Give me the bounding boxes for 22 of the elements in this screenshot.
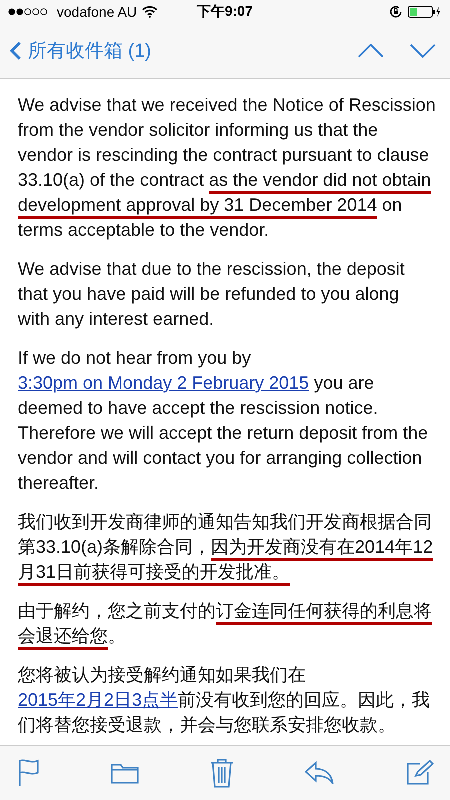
date-link[interactable]: 3:30pm on Monday 2 February 2015 [18,373,310,393]
carrier-name: vodafone AU [57,4,138,20]
rotation-lock-icon [389,5,403,19]
message-paragraph: We advise that we received the Notice of Rescission from the vendor solicitor informing us that the vendor is rescinding the contract pursuant to clause 33.10(a) of the contract as the vendor did not obtain development approval by 31 December 2014 on terms acceptable to the vendor. [18,94,436,242]
back-button[interactable]: 所有收件箱 (1) [10,38,152,64]
clock-time: 下午9:07 [196,3,254,21]
wifi-icon [142,6,158,18]
battery-icon [408,6,442,18]
trash-icon[interactable] [210,758,234,788]
message-paragraph: 您将被认为接受解约通知如果我们在 2015年2月2日3点半前没有收到您的回应。因此，我们将替您接受退款，并会与您联系安排您收款。 [18,664,432,737]
previous-message-icon[interactable] [358,44,384,58]
reply-icon[interactable] [305,761,335,785]
flag-icon[interactable] [18,759,40,787]
next-message-icon[interactable] [410,44,436,58]
folder-icon[interactable] [111,762,139,784]
message-paragraph: 由于解约，您之前支付的订金连同任何获得的利息将会退还给您。 [18,600,433,648]
compose-icon[interactable] [406,760,434,786]
message-paragraph: If we do not hear from you by 3:30pm on Monday 2 February 2015 you are deemed to have accept the rescission notice. Therefore we will accept the return deposit from the vendor and will contact you for arranging collection thereafter. [18,347,430,495]
message-paragraph: We advise that due to the rescission, the deposit that you have paid will be refunded to you along with any interest earned. [18,258,406,331]
message-paragraph: 我们收到开发商律师的通知告知我们开发商根据合同第33.10(a)条解除合同，因为开发商没有在2014年12月31日前获得可接受的开发批准。 [18,511,434,584]
date-link[interactable]: 2015年2月2日3点半 [18,690,178,710]
back-icon [10,41,22,61]
